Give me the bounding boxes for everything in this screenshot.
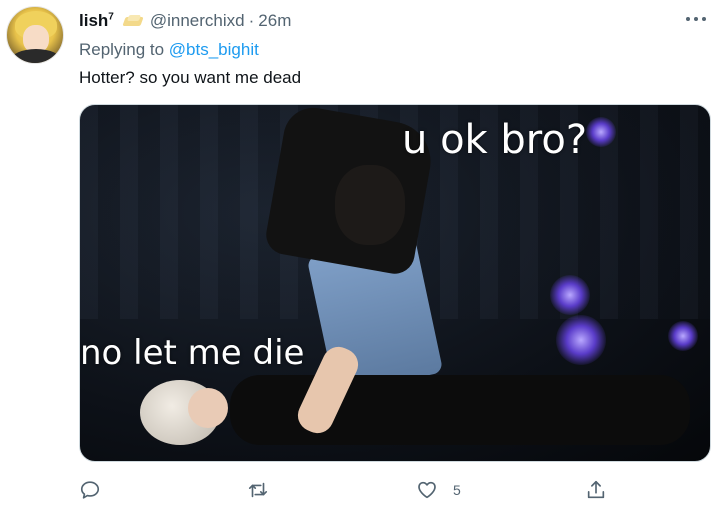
lying-person-face: [188, 388, 228, 428]
standing-person-head: [335, 165, 405, 245]
like-button[interactable]: 5: [416, 478, 461, 502]
display-name-text[interactable]: lish: [79, 11, 108, 30]
meme-caption-top: u ok bro?: [402, 117, 588, 163]
like-count: 5: [453, 482, 461, 498]
display-name[interactable]: lish7: [79, 11, 114, 31]
tweet-header: lish7 @innerchixd · 26m: [79, 10, 291, 32]
replying-to-label: Replying to: [79, 40, 165, 59]
stage-light: [556, 315, 606, 365]
share-button[interactable]: [585, 478, 607, 502]
timestamp[interactable]: 26m: [258, 11, 291, 31]
reply-mention-link[interactable]: @bts_bighit: [169, 40, 259, 59]
share-icon: [587, 480, 605, 499]
more-options-icon[interactable]: [686, 10, 706, 28]
tweet-media-image[interactable]: u ok bro? no let me die: [79, 104, 711, 462]
tweet-actions: 5: [79, 478, 679, 502]
retweet-button[interactable]: [247, 478, 269, 502]
stage-light: [668, 321, 698, 351]
separator-dot: ·: [248, 11, 255, 30]
display-name-superscript: 7: [108, 11, 114, 23]
avatar-shirt: [11, 49, 61, 63]
butter-emoji-icon: [122, 14, 144, 28]
stage-light: [586, 117, 616, 147]
meme-caption-bottom: no let me die: [80, 333, 305, 373]
retweet-icon: [248, 482, 268, 498]
stage-light: [550, 275, 590, 315]
reply-button[interactable]: [79, 478, 101, 502]
avatar[interactable]: [6, 6, 64, 64]
replying-to: Replying to @bts_bighit: [79, 40, 259, 60]
tweet-text: Hotter? so you want me dead: [79, 68, 302, 87]
user-handle[interactable]: @innerchixd: [150, 11, 245, 31]
heart-icon: [418, 481, 436, 499]
reply-icon: [80, 481, 100, 499]
tweet[interactable]: lish7 @innerchixd · 26m Replying to @bts…: [0, 0, 722, 511]
